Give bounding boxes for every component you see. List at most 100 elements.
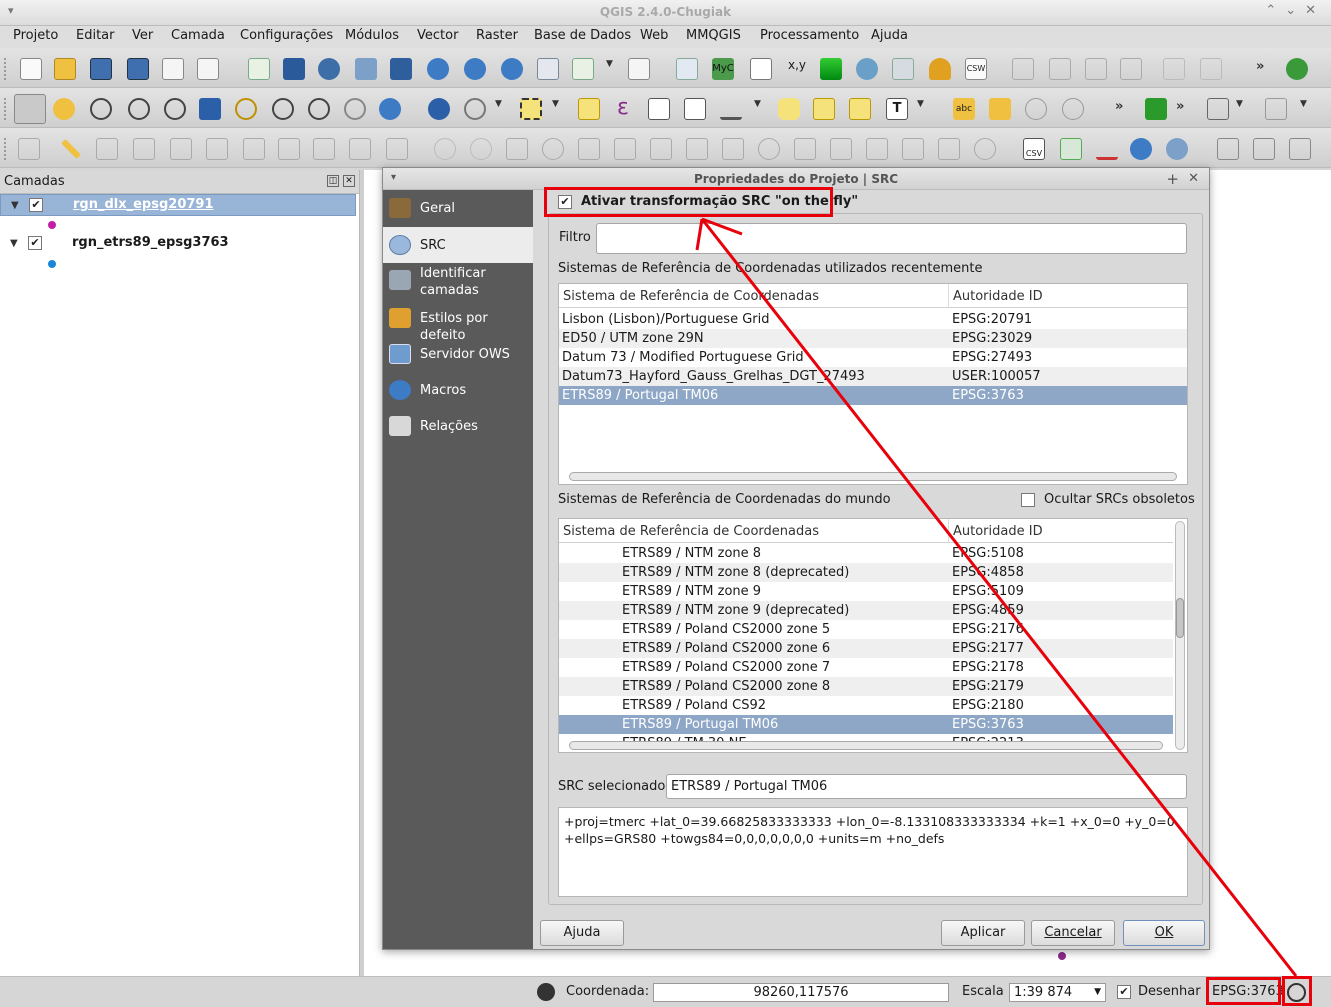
myc-icon[interactable]: MyC: [712, 58, 734, 80]
help-button[interactable]: Ajuda: [540, 920, 624, 946]
menu-configuracoes[interactable]: Configurações: [240, 28, 333, 43]
plugin-b-icon[interactable]: [1049, 58, 1071, 80]
menu-projeto[interactable]: Projeto: [13, 28, 58, 43]
add-postgis-icon[interactable]: [318, 58, 340, 80]
xy-tool-icon[interactable]: x,y: [786, 58, 808, 80]
new-shapefile-icon[interactable]: [572, 58, 594, 80]
new-bookmark-icon[interactable]: [813, 98, 835, 120]
table-row[interactable]: Datum73_Hayford_Gauss_Grelhas_DGT_27493 …: [559, 367, 1187, 386]
scrollbar-thumb[interactable]: [1176, 598, 1184, 638]
expand-arrow-icon[interactable]: ▼: [11, 200, 19, 211]
text-annotation-icon[interactable]: T: [886, 98, 908, 120]
georef-icon[interactable]: [929, 58, 951, 80]
expand-arrow-icon[interactable]: ▼: [10, 238, 18, 249]
menu-editar[interactable]: Editar: [76, 28, 115, 43]
menu-ver[interactable]: Ver: [132, 28, 153, 43]
toggle-editing-icon[interactable]: [61, 139, 81, 159]
table-tool-a-icon[interactable]: [1217, 138, 1239, 160]
label-pin-icon[interactable]: [989, 98, 1011, 120]
composer-manager-icon[interactable]: [197, 58, 219, 80]
menu-processamento[interactable]: Processamento: [760, 28, 859, 43]
menu-mmqgis[interactable]: MMQGIS: [686, 28, 741, 43]
window-controls[interactable]: ⌃⌄✕: [1265, 3, 1325, 18]
cut-features-icon[interactable]: [278, 138, 300, 160]
new-project-icon[interactable]: [20, 58, 42, 80]
label-show-hide-icon[interactable]: [1025, 98, 1047, 120]
float-panel-icon[interactable]: ◫: [327, 175, 339, 187]
chevron-down-icon[interactable]: ▼: [1300, 99, 1307, 109]
select-features-icon[interactable]: [520, 98, 542, 120]
table-row[interactable]: ETRS89 / NTM zone 8 EPSG:5108: [559, 544, 1173, 563]
table-row[interactable]: Datum 73 / Modified Portuguese Grid EPSG…: [559, 348, 1187, 367]
toolbar-grip[interactable]: [4, 98, 8, 120]
label-move-icon[interactable]: [1062, 98, 1084, 120]
copy-features-icon[interactable]: [313, 138, 335, 160]
scale-combobox[interactable]: 1:39 874 ▼: [1009, 983, 1106, 1002]
measure-icon[interactable]: [720, 98, 742, 120]
add-ring-icon[interactable]: [542, 138, 564, 160]
plugin-d-icon[interactable]: [1120, 58, 1142, 80]
zoom-full-icon[interactable]: [199, 98, 221, 120]
nav-item-macros[interactable]: Macros: [383, 372, 533, 408]
table-row[interactable]: ED50 / UTM zone 29N EPSG:23029: [559, 329, 1187, 348]
zoom-next-icon[interactable]: [344, 98, 366, 120]
hide-deprecated-toggle[interactable]: Ocultar SRCs obsoletos: [1021, 492, 1195, 510]
ok-button[interactable]: OK: [1123, 920, 1205, 946]
delete-ring-icon[interactable]: [650, 138, 672, 160]
table-row-selected[interactable]: ETRS89 / Portugal TM06 EPSG:3763: [559, 386, 1187, 405]
csv-export-icon[interactable]: CSV: [1023, 138, 1045, 160]
add-wms-icon[interactable]: [427, 58, 449, 80]
export-image-icon[interactable]: [1060, 138, 1082, 160]
selected-crs-field[interactable]: ETRS89 / Portugal TM06: [666, 774, 1187, 799]
zoom-in-icon[interactable]: [90, 98, 112, 120]
pan-to-selection-icon[interactable]: [53, 98, 75, 120]
hide-deprecated-checkbox[interactable]: [1021, 493, 1035, 507]
dialog-pin-icon[interactable]: +: [1166, 170, 1179, 188]
print-composer-icon[interactable]: [162, 58, 184, 80]
add-part-icon[interactable]: [578, 138, 600, 160]
split-parts-icon[interactable]: [830, 138, 852, 160]
table-row[interactable]: Lisbon (Lisbon)/Portuguese Grid EPSG:207…: [559, 310, 1187, 329]
layer-visibility-checkbox[interactable]: ✔: [29, 198, 43, 212]
table-row[interactable]: ETRS89 / Poland CS2000 zone 8 EPSG:2179: [559, 677, 1173, 696]
coordinate-field[interactable]: 98260,117576: [653, 983, 949, 1002]
fill-ring-icon[interactable]: [614, 138, 636, 160]
simplify-icon[interactable]: [506, 138, 528, 160]
plugin-c-icon[interactable]: [1085, 58, 1107, 80]
chevron-down-icon[interactable]: ▼: [606, 59, 613, 69]
table-row[interactable]: ETRS89 / NTM zone 9 EPSG:5109: [559, 582, 1173, 601]
arrow-down-icon[interactable]: [1200, 58, 1222, 80]
action-icon[interactable]: [464, 98, 486, 120]
col-header-crs[interactable]: Sistema de Referência de Coordenadas: [563, 524, 819, 539]
table-row-selected[interactable]: ETRS89 / Portugal TM06 EPSG:3763: [559, 715, 1173, 734]
arrow-up-icon[interactable]: [1163, 58, 1185, 80]
layer-visibility-checkbox[interactable]: ✔: [28, 236, 42, 250]
color-dots-icon[interactable]: [1130, 138, 1152, 160]
move-feature-icon[interactable]: [170, 138, 192, 160]
digitize-icon[interactable]: [676, 58, 698, 80]
nav-item-relacoes[interactable]: Relações: [383, 408, 533, 444]
reshape-icon[interactable]: [722, 138, 744, 160]
menu-modulos[interactable]: Módulos: [345, 28, 399, 43]
toolbar-overflow-icon[interactable]: »: [1176, 99, 1184, 114]
bar-chart-icon[interactable]: [1096, 138, 1118, 160]
add-spatialite-icon[interactable]: [355, 58, 377, 80]
dialog-close-icon[interactable]: ✕: [1188, 171, 1199, 186]
table-row[interactable]: ETRS89 / Poland CS2000 zone 5 EPSG:2176: [559, 620, 1173, 639]
show-bookmarks-icon[interactable]: [849, 98, 871, 120]
add-raster-icon[interactable]: [283, 58, 305, 80]
toolbar-grip[interactable]: [4, 138, 8, 160]
add-mssql-icon[interactable]: [390, 58, 412, 80]
horizontal-scrollbar[interactable]: [569, 741, 1163, 750]
remove-layer-icon[interactable]: [628, 58, 650, 80]
paste-features-icon[interactable]: [349, 138, 371, 160]
save-as-icon[interactable]: [127, 58, 149, 80]
delete-part-icon[interactable]: [686, 138, 708, 160]
rotate-symbols-icon[interactable]: [938, 138, 960, 160]
settings-cog-icon[interactable]: [856, 58, 878, 80]
col-header-auth[interactable]: Autoridade ID: [953, 289, 1043, 304]
gps-icon[interactable]: [1265, 98, 1287, 120]
digitize-options-icon[interactable]: [386, 138, 408, 160]
zoom-layer-icon[interactable]: [272, 98, 294, 120]
zoom-last-icon[interactable]: [308, 98, 330, 120]
